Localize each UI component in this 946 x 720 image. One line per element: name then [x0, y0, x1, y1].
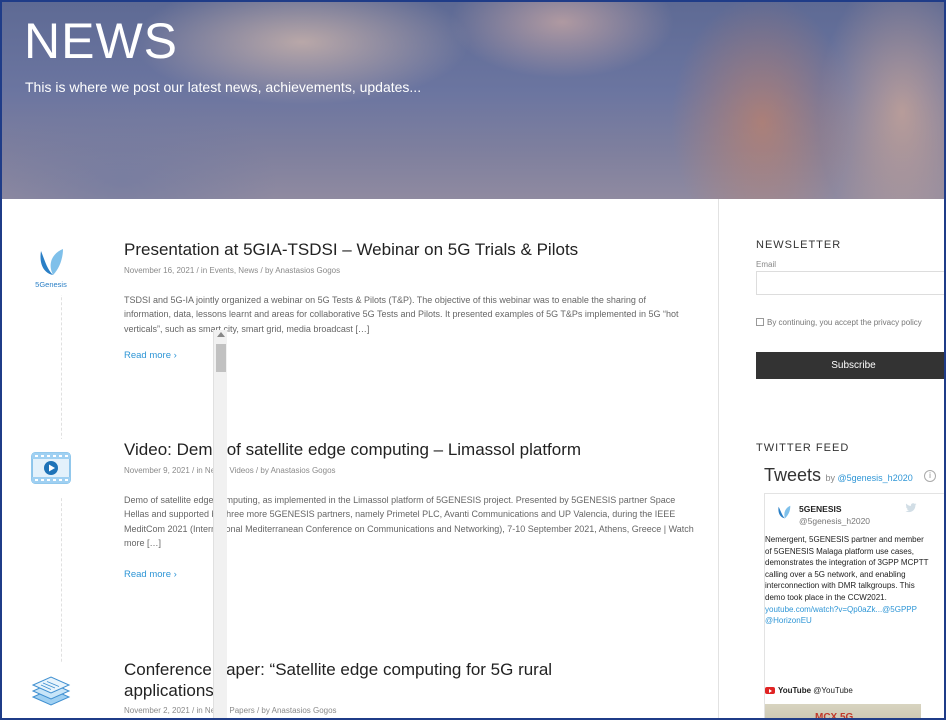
post-1-title[interactable]: Presentation at 5GIA-TSDSI – Webinar on …: [124, 239, 684, 260]
sidebar: NEWSLETTER Email By continuing, you acce…: [719, 199, 944, 720]
youtube-card-header[interactable]: YouTube @YouTube: [765, 686, 853, 695]
post-2-excerpt: Demo of satellite edge computing, as imp…: [124, 495, 694, 548]
email-label: Email: [756, 260, 777, 269]
logo-text: 5Genesis: [35, 280, 67, 289]
tweet-scrollbar[interactable]: [213, 330, 227, 718]
post-1-meta: November 16, 2021 / in Events, News / by…: [124, 266, 341, 275]
tweet-timeline[interactable]: 5GENESIS @5genesis_h2020 Nemergent, 5GEN…: [764, 493, 944, 720]
youtube-handle: @YouTube: [813, 686, 853, 695]
page-title: NEWS: [24, 13, 178, 69]
tweet-text: Nemergent, 5GENESIS partner and member o…: [765, 535, 929, 602]
post-2-icon[interactable]: [22, 439, 80, 497]
post-3-meta: November 2, 2021 / in News, Papers / by …: [124, 706, 337, 715]
tweets-header: Tweets by @5genesis_h2020: [764, 465, 913, 486]
subscribe-button[interactable]: Subscribe: [756, 352, 944, 379]
youtube-name: YouTube: [778, 686, 812, 695]
5genesis-logo-icon: [40, 249, 63, 275]
tweets-by-label: by: [825, 473, 835, 483]
post-1-read-more-link[interactable]: Read more ›: [124, 350, 177, 361]
info-icon[interactable]: i: [924, 470, 936, 482]
scroll-up-arrow-icon[interactable]: [217, 332, 225, 337]
post-3-title[interactable]: Conference paper: “Satellite edge comput…: [124, 659, 624, 701]
privacy-consent[interactable]: By continuing, you accept the privacy po…: [756, 315, 944, 331]
email-field[interactable]: [756, 271, 944, 295]
tweets-by: by @5genesis_h2020: [825, 473, 912, 483]
youtube-icon: [765, 687, 775, 694]
tweets-title: Tweets: [764, 465, 822, 485]
tweet-author-name[interactable]: 5GENESIS: [799, 504, 842, 514]
avatar[interactable]: [775, 504, 793, 522]
scrollbar-thumb[interactable]: [216, 344, 226, 372]
post-3-icon[interactable]: [22, 662, 80, 718]
thumbnail-text: MCX 5G: [815, 712, 854, 720]
twitter-heading: TWITTER FEED: [756, 442, 850, 454]
page-subtitle: This is where we post our latest news, a…: [25, 79, 422, 95]
tweet-link[interactable]: youtube.com/watch?v=Qp0aZk...: [765, 605, 882, 614]
video-icon: [31, 452, 71, 484]
consent-checkbox[interactable]: [756, 318, 764, 326]
post-1-icon[interactable]: 5Genesis: [22, 237, 80, 295]
post-1-excerpt: TSDSI and 5G-IA jointly organized a webi…: [124, 295, 679, 334]
twitter-bird-icon[interactable]: [905, 503, 917, 513]
tweet-body: Nemergent, 5GENESIS partner and member o…: [765, 534, 931, 627]
hero-banner: NEWS This is where we post our latest ne…: [2, 2, 944, 199]
post-2-meta: November 9, 2021 / in News, Videos / by …: [124, 466, 336, 475]
consent-text: By continuing, you accept the privacy po…: [767, 318, 922, 327]
post-2-title[interactable]: Video: Demo of satellite edge computing …: [124, 439, 684, 460]
page-frame: NEWS This is where we post our latest ne…: [0, 0, 946, 720]
tweets-handle-link[interactable]: @5genesis_h2020: [838, 473, 913, 483]
post-2-read-more-link[interactable]: Read more ›: [124, 569, 177, 580]
papers-stack-icon: [31, 676, 71, 706]
tweet-author-handle[interactable]: @5genesis_h2020: [799, 516, 870, 526]
newsletter-heading: NEWSLETTER: [756, 239, 842, 251]
youtube-thumbnail[interactable]: MCX 5G: [765, 704, 921, 720]
